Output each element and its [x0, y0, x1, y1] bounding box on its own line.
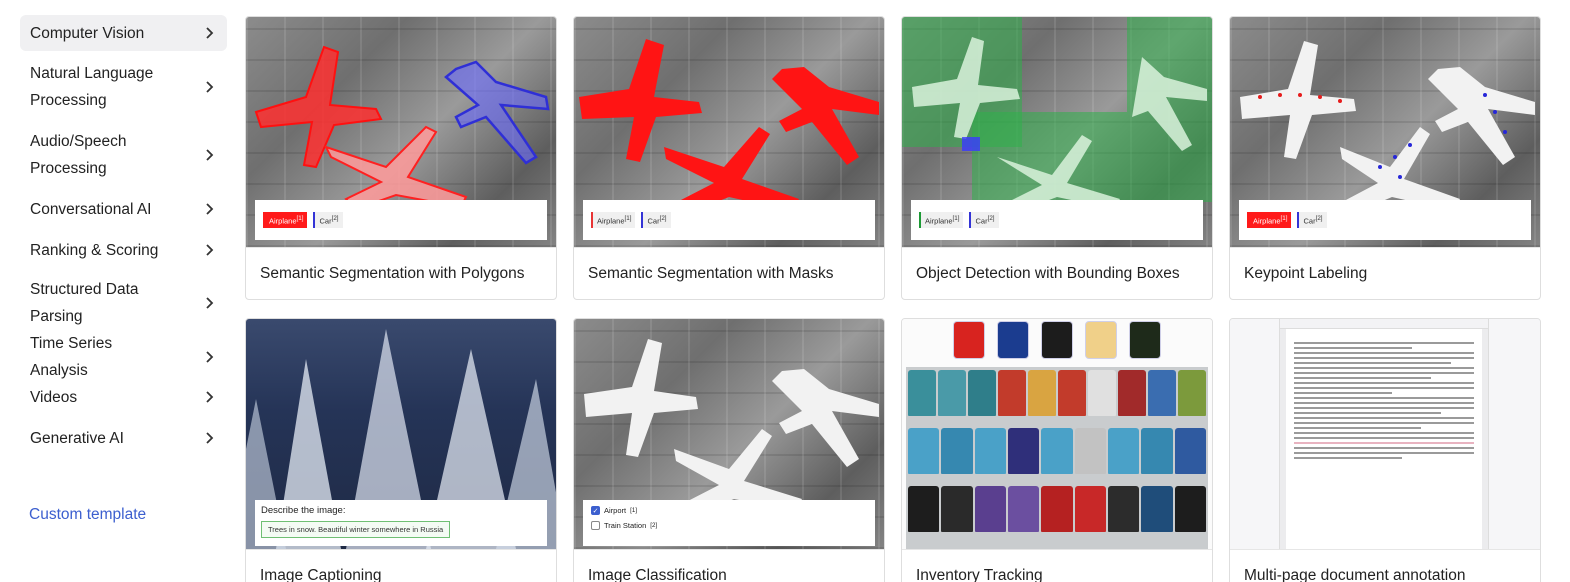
sidebar-item-computer-vision[interactable]: Computer Vision — [20, 15, 227, 51]
sidebar-item-audio-speech[interactable]: Audio/Speech Processing — [20, 128, 227, 182]
template-preview-image: Airplane[1] Car[2] — [902, 17, 1212, 247]
template-preview-image: ✓ Airport [1] Train Station [2] — [574, 319, 884, 549]
label-chip-car: Car[2] — [1297, 212, 1327, 228]
chevron-right-icon — [206, 391, 214, 403]
card-title: Semantic Segmentation with Masks — [574, 247, 884, 299]
template-preview-image — [1230, 319, 1540, 549]
sidebar-item-label: Videos — [30, 388, 78, 406]
sidebar-item-label: Audio/Speech Processing — [30, 133, 127, 177]
template-card-semantic-segmentation-masks[interactable]: Airplane[1] Car[2] Semantic Segmentation… — [573, 16, 885, 300]
sidebar-item-generative-ai[interactable]: Generative AI — [20, 424, 227, 452]
label-chip-car: Car[2] — [313, 212, 343, 228]
chevron-right-icon — [206, 297, 214, 309]
card-title: Object Detection with Bounding Boxes — [902, 247, 1212, 299]
template-card-multipage-document[interactable]: Multi-page document annotation — [1229, 318, 1541, 582]
sidebar-item-ranking-scoring[interactable]: Ranking & Scoring — [20, 236, 227, 264]
sidebar-item-label: Natural Language Processing — [30, 65, 154, 109]
label-bar: Airplane[1] Car[2] — [911, 200, 1203, 240]
shelf-image — [906, 367, 1208, 549]
template-card-object-detection[interactable]: Airplane[1] Car[2] Object Detection with… — [901, 16, 1213, 300]
chevron-right-icon — [206, 27, 214, 39]
caption-answer: Trees in snow. Beautiful winter somewher… — [261, 521, 451, 538]
sidebar-item-label: Generative AI — [30, 429, 124, 447]
template-preview-image: Airplane[1] Car[2] — [246, 17, 556, 247]
sidebar-item-videos[interactable]: Videos — [20, 383, 227, 411]
product-reference-strip — [902, 319, 1212, 361]
classification-option-airport[interactable]: ✓ Airport [1] — [591, 506, 867, 515]
template-card-image-classification[interactable]: ✓ Airport [1] Train Station [2] Image Class… — [573, 318, 885, 582]
template-preview-image — [902, 319, 1212, 549]
label-chip-airplane: Airplane[1] — [919, 212, 964, 228]
chevron-right-icon — [206, 203, 214, 215]
checkbox-icon — [591, 521, 600, 530]
label-bar: Airplane[1] Car[2] — [583, 200, 875, 240]
chevron-right-icon — [206, 351, 214, 363]
document-page — [1286, 329, 1482, 549]
card-title: Image Captioning — [246, 549, 556, 582]
card-title: Keypoint Labeling — [1230, 247, 1540, 299]
sidebar-item-label: Ranking & Scoring — [30, 241, 159, 259]
template-preview-image: Describe the image: Trees in snow. Beaut… — [246, 319, 556, 549]
template-preview-image: Airplane[1] Car[2] — [574, 17, 884, 247]
sidebar-item-time-series-analysis[interactable]: Time Series Analysis — [20, 335, 227, 379]
label-chip-airplane: Airplane[1] — [263, 212, 308, 228]
custom-template-link[interactable]: Custom template — [29, 506, 146, 524]
sidebar-item-label: Conversational AI — [30, 200, 152, 218]
card-title: Image Classification — [574, 549, 884, 582]
chevron-right-icon — [206, 81, 214, 93]
label-bar: Airplane[1] Car[2] — [1239, 200, 1531, 240]
sidebar-item-structured-data-parsing[interactable]: Structured Data Parsing — [20, 276, 227, 330]
card-title: Inventory Tracking — [902, 549, 1212, 582]
sidebar-item-label: Computer Vision — [30, 24, 145, 42]
template-card-semantic-segmentation-polygons[interactable]: Airplane[1] Car[2] Semantic Segmentation… — [245, 16, 557, 300]
card-title: Semantic Segmentation with Polygons — [246, 247, 556, 299]
chevron-right-icon — [206, 432, 214, 444]
chevron-right-icon — [206, 149, 214, 161]
label-chip-airplane: Airplane[1] — [591, 212, 636, 228]
chevron-right-icon — [206, 244, 214, 256]
template-card-keypoint-labeling[interactable]: Airplane[1] Car[2] Keypoint Labeling — [1229, 16, 1541, 300]
sidebar-item-nlp[interactable]: Natural Language Processing — [20, 60, 227, 114]
card-title: Multi-page document annotation — [1230, 549, 1540, 582]
caption-panel: Describe the image: Trees in snow. Beaut… — [255, 500, 547, 546]
label-bar: Airplane[1] Car[2] — [255, 200, 547, 240]
template-card-inventory-tracking[interactable]: Inventory Tracking — [901, 318, 1213, 582]
category-sidebar: Computer Vision Natural Language Process… — [20, 15, 227, 452]
template-card-image-captioning[interactable]: Describe the image: Trees in snow. Beaut… — [245, 318, 557, 582]
label-chip-airplane: Airplane[1] — [1247, 212, 1292, 228]
caption-question: Describe the image: — [261, 505, 346, 516]
sidebar-item-label: Time Series Analysis — [30, 335, 113, 379]
label-chip-car: Car[2] — [969, 212, 999, 228]
template-preview-image: Airplane[1] Car[2] — [1230, 17, 1540, 247]
sidebar-item-conversational-ai[interactable]: Conversational AI — [20, 195, 227, 223]
checkbox-checked-icon: ✓ — [591, 506, 600, 515]
classification-option-train-station[interactable]: Train Station [2] — [591, 521, 867, 530]
sidebar-item-label: Structured Data Parsing — [30, 281, 139, 325]
label-chip-car: Car[2] — [641, 212, 671, 228]
classification-panel: ✓ Airport [1] Train Station [2] — [583, 500, 875, 546]
